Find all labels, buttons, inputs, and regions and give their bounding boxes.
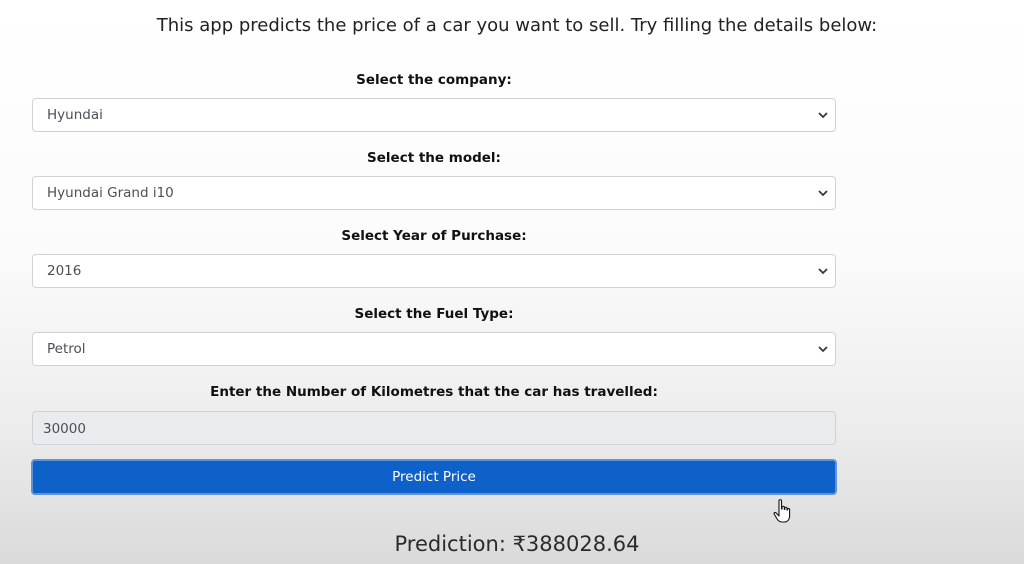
year-select-value: 2016 [47,263,82,279]
fuel-label: Select the Fuel Type: [354,306,514,322]
fuel-select-value: Petrol [47,341,86,357]
model-select[interactable]: Hyundai Grand i10 [32,176,836,210]
model-label: Select the model: [367,150,501,166]
intro-text: This app predicts the price of a car you… [156,15,878,36]
kms-input[interactable]: 30000 [32,411,836,445]
hand-pointer-icon [773,499,791,523]
year-label: Select Year of Purchase: [341,228,527,244]
company-select[interactable]: Hyundai [32,98,836,132]
chevron-down-icon [818,190,828,197]
company-label: Select the company: [356,72,512,88]
kms-label: Enter the Number of Kilometres that the … [210,384,658,400]
year-select[interactable]: 2016 [32,254,836,288]
fuel-select[interactable]: Petrol [32,332,836,366]
chevron-down-icon [818,346,828,353]
model-select-value: Hyundai Grand i10 [47,185,174,201]
prediction-result: Prediction: ₹388028.64 [394,532,640,556]
chevron-down-icon [818,268,828,275]
kms-input-value: 30000 [43,421,86,437]
company-select-value: Hyundai [47,107,103,123]
predict-price-button[interactable]: Predict Price [31,459,837,495]
chevron-down-icon [818,112,828,119]
